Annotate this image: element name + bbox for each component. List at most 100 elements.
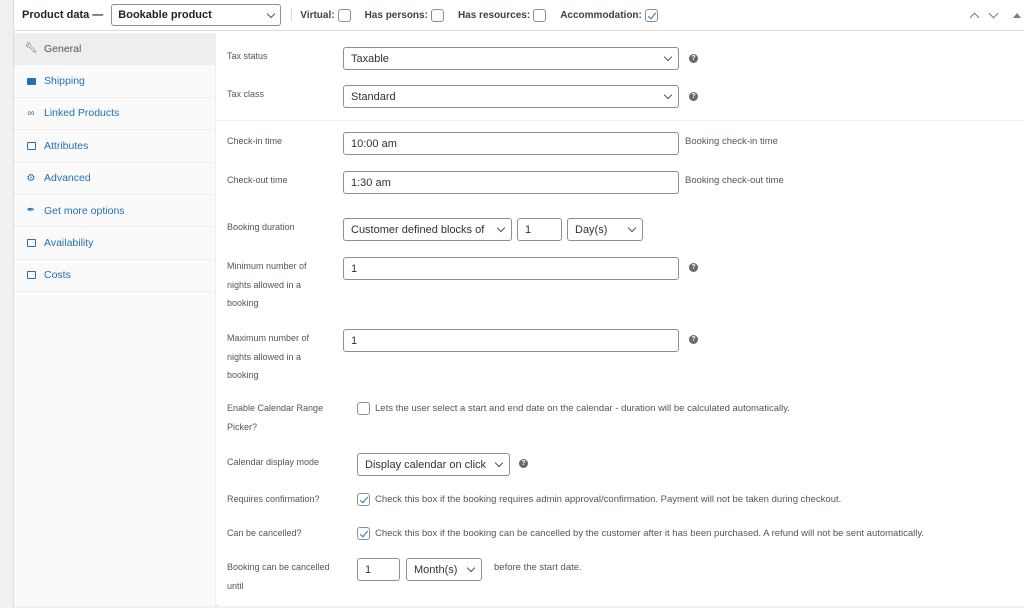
tab-label: Get more options bbox=[44, 204, 125, 217]
move-down-icon[interactable] bbox=[988, 8, 999, 19]
tab-costs[interactable]: Costs bbox=[14, 260, 215, 293]
tab-availability[interactable]: Availability bbox=[14, 227, 215, 260]
tax-class-label: Tax class bbox=[227, 89, 265, 99]
help-icon[interactable]: ? bbox=[689, 263, 698, 272]
requires-confirmation-row: Check this box if the booking requires a… bbox=[357, 493, 841, 506]
range-picker-row: Lets the user select a start and end dat… bbox=[357, 402, 790, 415]
calendar-mode-select[interactable]: Display calendar on click bbox=[357, 453, 510, 476]
calendar-mode-label: Calendar display mode bbox=[227, 457, 320, 467]
duration-type-select[interactable]: Customer defined blocks of bbox=[343, 218, 512, 241]
can-cancel-description: Check this box if the booking can be can… bbox=[375, 528, 925, 539]
check-out-value: 1:30 am bbox=[351, 176, 391, 189]
product-data-header: Product data — Bookable product Virtual:… bbox=[14, 0, 1024, 31]
max-nights-label: Maximum number of nights allowed in a bo… bbox=[227, 333, 310, 380]
has-persons-checkbox[interactable] bbox=[430, 8, 444, 22]
wrench-icon: 🔧︎ bbox=[24, 43, 38, 55]
requires-confirmation-description: Check this box if the booking requires a… bbox=[375, 494, 842, 505]
check-in-description: Booking check-in time bbox=[685, 136, 778, 147]
requires-confirmation-label: Requires confirmation? bbox=[227, 494, 320, 504]
product-data-title: Product data — bbox=[22, 9, 104, 21]
link-icon: ∞ bbox=[27, 107, 35, 119]
check-out-label: Check-out time bbox=[227, 175, 288, 185]
tab-label: Shipping bbox=[44, 75, 85, 88]
calendar-mode-value: Display calendar on click bbox=[365, 458, 487, 471]
accommodation-checkbox[interactable] bbox=[644, 8, 658, 22]
product-type-value: Bookable product bbox=[118, 9, 212, 21]
can-cancel-label: Can be cancelled? bbox=[227, 528, 302, 538]
chevron-down-icon bbox=[494, 458, 504, 468]
tab-label: Availability bbox=[44, 237, 94, 250]
has-resources-checkbox[interactable] bbox=[533, 8, 547, 22]
check-out-input[interactable]: 1:30 am bbox=[343, 171, 679, 194]
can-cancel-row: Check this box if the booking can be can… bbox=[357, 527, 924, 540]
tax-status-select[interactable]: Taxable bbox=[343, 47, 679, 70]
range-picker-description: Lets the user select a start and end dat… bbox=[375, 403, 790, 414]
product-data-tabs: 🔧︎ General Shipping ∞ Linked Products Attr… bbox=[14, 33, 216, 606]
product-type-select[interactable]: Bookable product bbox=[111, 4, 282, 26]
min-nights-label: Minimum number of nights allowed in a bo… bbox=[227, 261, 307, 308]
header-divider bbox=[291, 8, 293, 22]
cancel-until-description: before the start date. bbox=[494, 562, 582, 573]
truck-icon bbox=[24, 77, 38, 85]
max-nights-value: 1 bbox=[351, 334, 358, 347]
chevron-down-icon bbox=[663, 90, 673, 100]
accommodation-label: Accommodation: bbox=[560, 9, 642, 21]
tab-label: Costs bbox=[44, 269, 71, 282]
tab-get-more-options[interactable]: ✒ Get more options bbox=[14, 195, 215, 228]
tax-status-label: Tax status bbox=[227, 51, 268, 61]
costs-icon bbox=[24, 271, 38, 280]
duration-unit-select[interactable]: Day(s) bbox=[567, 218, 643, 241]
cancel-until-amount-input[interactable]: 1 bbox=[357, 558, 400, 581]
gear-icon: ⚙ bbox=[26, 172, 36, 184]
general-tab-panel: Tax status Taxable ? Tax class Standard … bbox=[217, 33, 1024, 606]
check-out-description: Booking check-out time bbox=[685, 175, 784, 186]
panel-controls bbox=[965, 0, 1024, 31]
range-picker-label: Enable Calendar Range Picker? bbox=[227, 403, 324, 432]
section-divider bbox=[217, 120, 1024, 121]
requires-confirmation-checkbox[interactable] bbox=[357, 493, 370, 506]
tab-linked-products[interactable]: ∞ Linked Products bbox=[14, 98, 215, 131]
accommodation-option[interactable]: Accommodation: bbox=[560, 8, 658, 22]
virtual-checkbox[interactable] bbox=[337, 8, 351, 22]
tab-shipping[interactable]: Shipping bbox=[14, 65, 215, 98]
tab-label: Attributes bbox=[44, 139, 89, 152]
has-persons-label: Has persons: bbox=[364, 9, 428, 21]
can-cancel-checkbox[interactable] bbox=[357, 527, 370, 540]
tab-general[interactable]: 🔧︎ General bbox=[14, 33, 215, 66]
has-persons-option[interactable]: Has persons: bbox=[364, 8, 444, 22]
product-data-panel: Product data — Bookable product Virtual:… bbox=[13, 0, 1024, 606]
help-icon[interactable]: ? bbox=[689, 335, 698, 344]
check-in-label: Check-in time bbox=[227, 136, 283, 146]
tax-class-select[interactable]: Standard bbox=[343, 85, 679, 108]
range-picker-checkbox[interactable] bbox=[357, 402, 370, 415]
cancel-until-unit-value: Month(s) bbox=[414, 563, 458, 576]
duration-type-value: Customer defined blocks of bbox=[351, 223, 485, 236]
list-icon bbox=[24, 141, 38, 150]
has-resources-option[interactable]: Has resources: bbox=[457, 8, 547, 22]
min-nights-input[interactable]: 1 bbox=[343, 257, 679, 280]
cancel-until-unit-select[interactable]: Month(s) bbox=[406, 558, 482, 581]
tax-status-value: Taxable bbox=[351, 52, 389, 65]
chevron-down-icon bbox=[267, 9, 276, 18]
tab-attributes[interactable]: Attributes bbox=[14, 130, 215, 163]
help-icon[interactable]: ? bbox=[519, 459, 528, 468]
move-up-icon[interactable] bbox=[969, 12, 980, 23]
has-resources-label: Has resources: bbox=[457, 9, 531, 21]
max-nights-input[interactable]: 1 bbox=[343, 329, 679, 352]
duration-unit-value: Day(s) bbox=[575, 223, 608, 236]
help-icon[interactable]: ? bbox=[689, 92, 698, 101]
help-icon[interactable]: ? bbox=[689, 54, 698, 63]
virtual-label: Virtual: bbox=[300, 9, 335, 21]
check-in-input[interactable]: 10:00 am bbox=[343, 132, 679, 155]
virtual-option[interactable]: Virtual: bbox=[300, 8, 351, 22]
duration-amount-input[interactable]: 1 bbox=[517, 218, 562, 241]
collapse-toggle-icon[interactable] bbox=[1013, 13, 1021, 18]
min-nights-value: 1 bbox=[351, 262, 358, 275]
tab-advanced[interactable]: ⚙ Advanced bbox=[14, 163, 215, 195]
check-in-value: 10:00 am bbox=[351, 137, 397, 150]
tax-class-value: Standard bbox=[351, 90, 396, 103]
cancel-until-label: Booking can be cancelled until bbox=[227, 562, 330, 591]
chevron-down-icon bbox=[663, 52, 673, 62]
chevron-down-icon bbox=[627, 223, 637, 233]
duration-amount-value: 1 bbox=[525, 223, 532, 236]
